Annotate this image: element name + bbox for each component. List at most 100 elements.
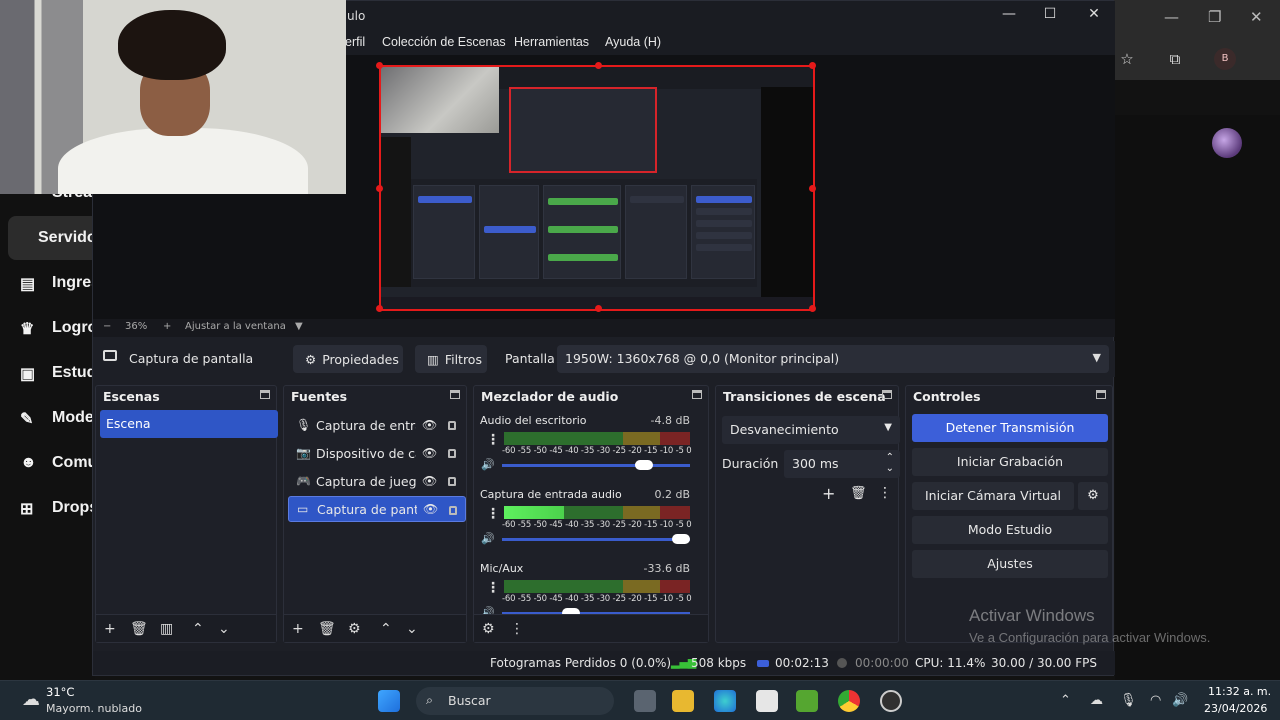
- windows-start-icon[interactable]: [378, 690, 400, 712]
- resize-handle[interactable]: [376, 62, 383, 69]
- kebab-icon[interactable]: ⋮: [510, 621, 524, 637]
- kebab-icon[interactable]: ⋮: [878, 485, 892, 501]
- virtual-camera-settings-button[interactable]: ⚙: [1078, 482, 1108, 510]
- chrome-icon[interactable]: [838, 690, 860, 712]
- sidebar-item-logros[interactable]: ♛ Logro: [20, 319, 97, 338]
- eye-icon[interactable]: 👁: [422, 418, 437, 432]
- dock-popout-icon[interactable]: [1096, 390, 1106, 399]
- lock-icon[interactable]: [448, 477, 456, 486]
- edge-icon[interactable]: [714, 690, 736, 712]
- profile-avatar[interactable]: B: [1214, 48, 1236, 70]
- duration-input[interactable]: 300 ms ⌃ ⌄: [784, 450, 900, 478]
- browser-close-icon[interactable]: ✕: [1250, 8, 1263, 26]
- stepper-icon[interactable]: ⌃ ⌄: [886, 452, 894, 474]
- lock-icon[interactable]: [449, 506, 457, 515]
- kebab-icon[interactable]: ⋮: [486, 506, 500, 522]
- menu-scene-collection[interactable]: Colección de Escenas: [382, 35, 506, 49]
- dock-popout-icon[interactable]: [450, 390, 460, 399]
- trash-icon[interactable]: 🗑: [850, 486, 867, 501]
- store-icon[interactable]: [756, 690, 778, 712]
- transition-select[interactable]: Desvanecimiento ▼: [722, 416, 900, 444]
- settings-button[interactable]: Ajustes: [912, 550, 1108, 578]
- file-explorer-icon[interactable]: [672, 690, 694, 712]
- kebab-icon[interactable]: ⋮: [486, 432, 500, 448]
- slider-knob[interactable]: [634, 460, 653, 470]
- chevron-down-icon[interactable]: ⌄: [406, 621, 418, 637]
- trash-icon[interactable]: 🗑: [318, 621, 336, 637]
- sidebar-item-moderacion[interactable]: ✎ Mode: [20, 409, 94, 428]
- volume-slider[interactable]: [502, 460, 690, 470]
- filter-icon[interactable]: ▥: [160, 621, 173, 637]
- display-select[interactable]: 1950W: 1360x768 @ 0,0 (Monitor principal…: [557, 345, 1109, 373]
- properties-button[interactable]: ⚙ Propiedades: [293, 345, 403, 373]
- menu-help[interactable]: Ayuda (H): [605, 35, 661, 49]
- resize-handle[interactable]: [376, 185, 383, 192]
- chevron-down-icon[interactable]: ⌄: [218, 621, 230, 637]
- eye-icon[interactable]: 👁: [422, 474, 437, 488]
- start-recording-button[interactable]: Iniciar Grabación: [912, 448, 1108, 476]
- browser-minimize-icon[interactable]: —: [1164, 8, 1179, 26]
- lock-icon[interactable]: [448, 421, 456, 430]
- trash-icon[interactable]: 🗑: [130, 621, 148, 637]
- chevron-up-icon[interactable]: ⌃: [380, 621, 392, 637]
- dock-popout-icon[interactable]: [692, 390, 702, 399]
- zoom-dropdown-icon[interactable]: ▼: [295, 321, 303, 332]
- dock-popout-icon[interactable]: [260, 390, 270, 399]
- add-icon[interactable]: +: [822, 484, 835, 503]
- advanced-audio-icon[interactable]: ⚙: [482, 621, 495, 637]
- zoom-in-button[interactable]: +: [163, 321, 171, 332]
- stop-streaming-button[interactable]: Detener Transmisión: [912, 414, 1108, 442]
- studio-mode-button[interactable]: Modo Estudio: [912, 516, 1108, 544]
- wifi-icon[interactable]: ◠: [1150, 693, 1161, 708]
- start-virtual-camera-button[interactable]: Iniciar Cámara Virtual: [912, 482, 1074, 510]
- resize-handle[interactable]: [595, 305, 602, 312]
- fit-window-button[interactable]: Ajustar a la ventana: [185, 321, 286, 332]
- chevron-up-icon[interactable]: ⌃: [1060, 693, 1071, 708]
- preview-canvas[interactable]: [376, 62, 816, 312]
- user-orb-avatar[interactable]: [1212, 128, 1242, 158]
- extensions-icon[interactable]: ⧉: [1164, 48, 1186, 70]
- menu-tools[interactable]: Herramientas: [514, 35, 589, 49]
- volume-slider[interactable]: [502, 534, 690, 544]
- sidebar-item-servidor[interactable]: Servido: [38, 229, 97, 247]
- weather-icon[interactable]: ☁: [22, 689, 40, 710]
- onedrive-icon[interactable]: ☁: [1090, 693, 1103, 708]
- sidebar-item-estudio[interactable]: ▣ Estud: [20, 364, 96, 383]
- browser-restore-icon[interactable]: ❐: [1208, 8, 1221, 26]
- source-item[interactable]: ▭ Captura de pantalla 👁: [288, 496, 466, 522]
- add-icon[interactable]: +: [292, 621, 304, 637]
- close-icon[interactable]: ✕: [1082, 6, 1106, 26]
- chevron-up-icon[interactable]: ⌃: [192, 621, 204, 637]
- lock-icon[interactable]: [448, 449, 456, 458]
- volume-icon[interactable]: 🔊: [481, 532, 495, 545]
- gear-icon[interactable]: ⚙: [348, 621, 361, 637]
- resize-handle[interactable]: [809, 305, 816, 312]
- eye-icon[interactable]: 👁: [423, 502, 438, 516]
- resize-handle[interactable]: [595, 62, 602, 69]
- task-view-icon[interactable]: [634, 690, 656, 712]
- eye-icon[interactable]: 👁: [422, 446, 437, 460]
- source-item[interactable]: 🎮 Captura de juego 👁: [288, 468, 466, 494]
- minimize-icon[interactable]: —: [997, 6, 1021, 26]
- menu-perfil[interactable]: erfil: [345, 35, 365, 49]
- taskbar-search[interactable]: ⌕ Buscar: [416, 687, 614, 715]
- source-item[interactable]: 📷 Dispositivo de captura 👁: [288, 440, 466, 466]
- maximize-icon[interactable]: ☐: [1038, 6, 1062, 26]
- add-icon[interactable]: +: [104, 621, 116, 637]
- dock-popout-icon[interactable]: [882, 390, 892, 399]
- volume-icon[interactable]: 🔊: [1172, 693, 1188, 708]
- resize-handle[interactable]: [376, 305, 383, 312]
- filters-button[interactable]: ▥ Filtros: [415, 345, 487, 373]
- resize-handle[interactable]: [809, 62, 816, 69]
- sidebar-item-drops[interactable]: ⊞ Drops: [20, 499, 98, 518]
- microphone-icon[interactable]: 🎙: [1120, 693, 1137, 708]
- bookmark-star-icon[interactable]: ☆: [1116, 48, 1138, 70]
- slider-knob[interactable]: [672, 534, 690, 544]
- sidebar-item-ingresos[interactable]: ▤ Ingres: [20, 274, 100, 293]
- volume-icon[interactable]: 🔊: [481, 458, 495, 471]
- resize-handle[interactable]: [809, 185, 816, 192]
- scene-item[interactable]: Escena: [100, 410, 278, 438]
- obs-icon[interactable]: [880, 690, 902, 712]
- zoom-out-button[interactable]: −: [103, 321, 111, 332]
- source-item[interactable]: 🎙 Captura de entrada audio 👁: [288, 412, 466, 438]
